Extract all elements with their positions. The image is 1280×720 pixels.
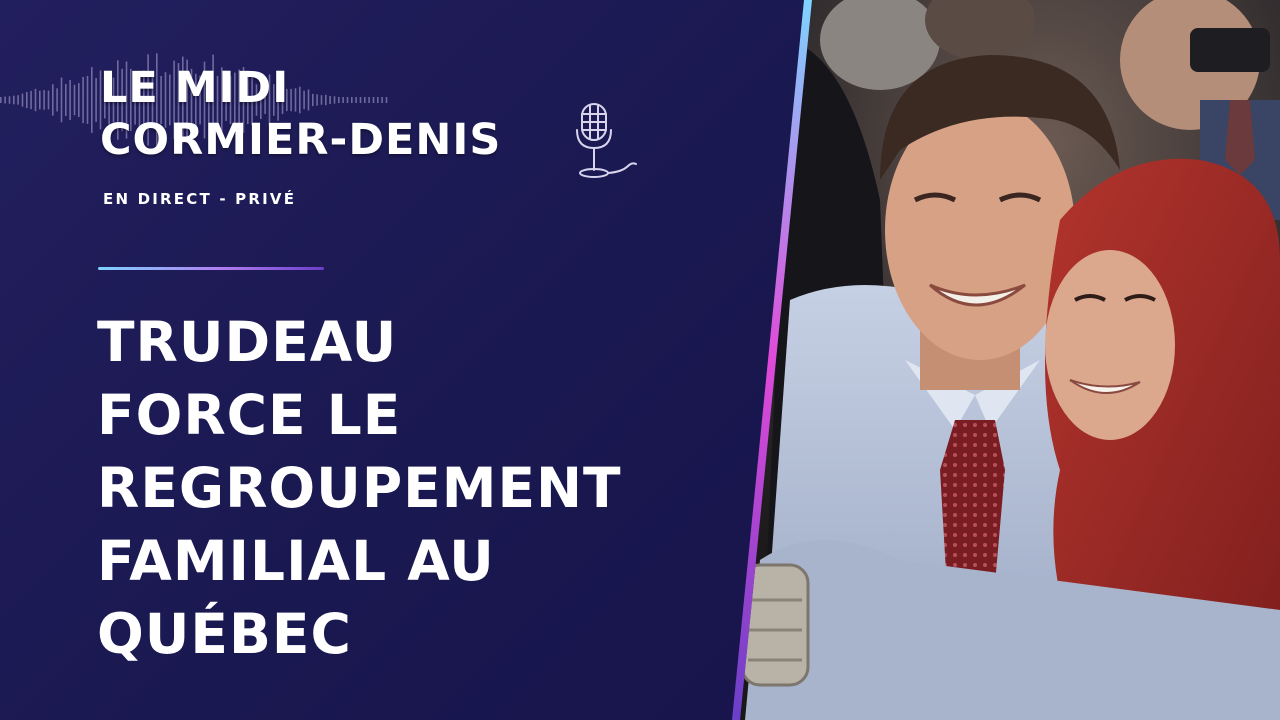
waveform-bar bbox=[13, 95, 15, 105]
headline-line-4: FAMILIAL AU bbox=[97, 529, 495, 593]
waveform-bar bbox=[56, 88, 58, 112]
waveform-bar bbox=[65, 84, 67, 116]
waveform-bar bbox=[26, 92, 28, 109]
microphone-icon bbox=[576, 103, 637, 178]
waveform-bar bbox=[0, 97, 2, 103]
waveform-bar bbox=[78, 83, 80, 117]
show-title: LE MIDI CORMIER-DENIS bbox=[100, 62, 501, 166]
headline-line-1: TRUDEAU bbox=[97, 310, 398, 374]
waveform-bar bbox=[69, 80, 71, 120]
waveform-bar bbox=[73, 84, 76, 116]
show-title-line-2: CORMIER-DENIS bbox=[100, 115, 502, 165]
waveform-bar bbox=[43, 90, 45, 110]
waveform-bar bbox=[82, 77, 84, 124]
show-subtitle: EN DIRECT - PRIVÉ bbox=[103, 190, 297, 208]
waveform-bar bbox=[91, 67, 93, 133]
waveform-bar bbox=[34, 88, 37, 112]
video-thumbnail: LE MIDI CORMIER-DENIS EN DIRECT - PRIVÉ … bbox=[0, 0, 1280, 720]
show-title-line-1: LE MIDI bbox=[100, 63, 290, 113]
accent-divider bbox=[98, 267, 324, 270]
headline-line-3: REGROUPEMENT bbox=[97, 456, 622, 520]
waveform-bar bbox=[86, 76, 89, 124]
waveform-bar bbox=[4, 96, 6, 104]
headline-line-2: FORCE LE bbox=[97, 383, 402, 447]
waveform-bar bbox=[8, 96, 11, 104]
headline: TRUDEAU FORCE LE REGROUPEMENT FAMILIAL A… bbox=[97, 306, 622, 671]
waveform-bar bbox=[17, 95, 19, 105]
waveform-bar bbox=[95, 78, 97, 122]
waveform-bar bbox=[30, 90, 32, 110]
waveform-bar bbox=[39, 90, 41, 110]
waveform-bar bbox=[52, 84, 54, 116]
waveform-bar bbox=[60, 77, 63, 123]
waveform-bar bbox=[47, 90, 50, 110]
waveform-bar bbox=[21, 93, 24, 107]
headline-line-5: QUÉBEC bbox=[97, 602, 352, 666]
